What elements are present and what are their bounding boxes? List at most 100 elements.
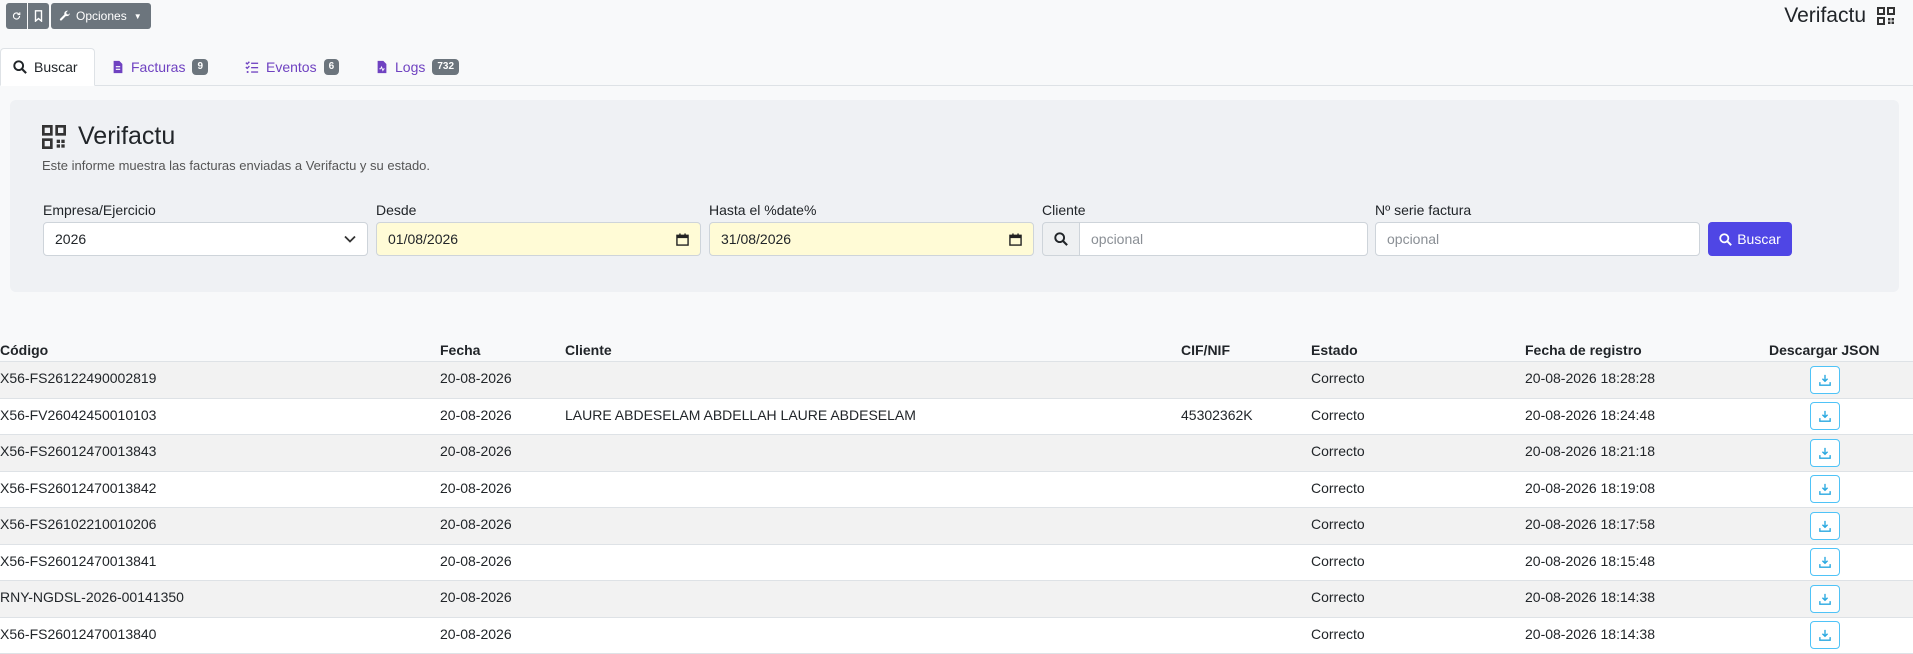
file-invoice-icon: [112, 60, 124, 74]
header-fecha[interactable]: Fecha: [440, 336, 480, 361]
download-json-button[interactable]: [1810, 512, 1840, 540]
cell-codigo: RNY-NGDSL-2026-00141350: [0, 581, 184, 617]
desde-value: 01/08/2026: [388, 231, 458, 247]
download-json-button[interactable]: [1810, 548, 1840, 576]
tab-buscar[interactable]: Buscar: [0, 48, 95, 86]
cell-codigo: X56-FS26012470013842: [0, 472, 156, 508]
options-button[interactable]: Opciones ▼: [51, 3, 151, 29]
cell-estado: Correcto: [1311, 472, 1365, 508]
download-json-button[interactable]: [1810, 366, 1840, 394]
toolbar-buttons: Opciones ▼: [6, 3, 151, 29]
header-cif[interactable]: CIF/NIF: [1181, 336, 1230, 361]
download-json-button[interactable]: [1810, 621, 1840, 649]
cell-codigo: X56-FS26012470013841: [0, 545, 156, 581]
tab-facturas[interactable]: Facturas 9: [100, 48, 220, 86]
table-row: X56-FS2601247001384320-08-2026Correcto20…: [0, 435, 1913, 472]
tab-eventos[interactable]: Eventos 6: [233, 48, 351, 86]
cliente-search-addon: [1042, 222, 1080, 256]
serie-input[interactable]: opcional: [1375, 222, 1700, 256]
file-log-icon: [376, 60, 388, 74]
cell-codigo: X56-FS26102210010206: [0, 508, 156, 544]
tab-logs[interactable]: Logs 732: [364, 48, 471, 86]
header-registro[interactable]: Fecha de registro: [1525, 336, 1642, 361]
calendar-icon[interactable]: [676, 233, 689, 246]
empresa-label: Empresa/Ejercicio: [43, 202, 156, 218]
cell-fecha: 20-08-2026: [440, 472, 512, 508]
cell-fecha: 20-08-2026: [440, 581, 512, 617]
table-row: X56-FS2601247001384120-08-2026Correcto20…: [0, 545, 1913, 582]
cell-cif: 45302362K: [1181, 399, 1253, 435]
download-icon: [1819, 593, 1831, 605]
bookmark-icon: [34, 10, 43, 22]
download-icon: [1819, 410, 1831, 422]
download-json-button[interactable]: [1810, 585, 1840, 613]
cell-registro: 20-08-2026 18:14:38: [1525, 581, 1655, 617]
tab-badge: 6: [324, 59, 340, 75]
empresa-select[interactable]: 2026: [43, 222, 368, 256]
header-estado[interactable]: Estado: [1311, 336, 1358, 361]
tab-label: Buscar: [34, 59, 78, 75]
download-icon: [1819, 520, 1831, 532]
cell-registro: 20-08-2026 18:17:58: [1525, 508, 1655, 544]
tab-badge: 732: [432, 59, 459, 75]
cell-registro: 20-08-2026 18:24:48: [1525, 399, 1655, 435]
search-icon: [13, 60, 27, 74]
desde-label: Desde: [376, 202, 416, 218]
cliente-input[interactable]: opcional: [1079, 222, 1368, 256]
tab-label: Facturas: [131, 59, 185, 75]
download-icon: [1819, 556, 1831, 568]
panel-description: Este informe muestra las facturas enviad…: [42, 158, 430, 173]
app-title: Verifactu: [1784, 4, 1866, 28]
cell-estado: Correcto: [1311, 618, 1365, 654]
search-button[interactable]: Buscar: [1708, 222, 1792, 256]
header-cliente[interactable]: Cliente: [565, 336, 612, 361]
cell-fecha: 20-08-2026: [440, 435, 512, 471]
calendar-icon[interactable]: [1009, 233, 1022, 246]
cell-registro: 20-08-2026 18:14:38: [1525, 618, 1655, 654]
results-table: Código Fecha Cliente CIF/NIF Estado Fech…: [0, 336, 1913, 654]
cell-codigo: X56-FV26042450010103: [0, 399, 156, 435]
cliente-label: Cliente: [1042, 202, 1086, 218]
table-body: X56-FS2612249000281920-08-2026Correcto20…: [0, 362, 1913, 654]
cell-download: [1810, 545, 1840, 581]
empresa-value: 2026: [55, 231, 86, 247]
cell-estado: Correcto: [1311, 362, 1365, 398]
download-json-button[interactable]: [1810, 402, 1840, 430]
options-label: Opciones: [76, 9, 127, 23]
bookmark-button[interactable]: [28, 3, 49, 29]
qrcode-icon: [42, 125, 66, 149]
header-json[interactable]: Descargar JSON: [1769, 336, 1880, 361]
search-icon: [1054, 232, 1068, 246]
cell-estado: Correcto: [1311, 399, 1365, 435]
tab-label: Logs: [395, 59, 425, 75]
hasta-value: 31/08/2026: [721, 231, 791, 247]
serie-label: Nº serie factura: [1375, 202, 1471, 218]
cell-cliente: LAURE ABDESELAM ABDELLAH LAURE ABDESELAM: [565, 399, 916, 435]
search-button-label: Buscar: [1737, 231, 1781, 247]
table-row: X56-FS2612249000281920-08-2026Correcto20…: [0, 362, 1913, 399]
table-row: X56-FS2601247001384220-08-2026Correcto20…: [0, 472, 1913, 509]
desde-date-input[interactable]: 01/08/2026: [376, 222, 701, 256]
cell-download: [1810, 362, 1840, 398]
cliente-placeholder: opcional: [1091, 231, 1143, 247]
refresh-icon: [12, 10, 21, 22]
hasta-date-input[interactable]: 31/08/2026: [709, 222, 1034, 256]
refresh-button[interactable]: [6, 3, 27, 29]
cell-fecha: 20-08-2026: [440, 399, 512, 435]
serie-placeholder: opcional: [1387, 231, 1439, 247]
table-row: X56-FV26042450010103 20-08-2026 LAURE ABDE…: [0, 399, 1913, 436]
cell-download: [1810, 399, 1840, 435]
cell-fecha: 20-08-2026: [440, 508, 512, 544]
download-json-button[interactable]: [1810, 439, 1840, 467]
download-icon: [1819, 629, 1831, 641]
cell-download: [1810, 581, 1840, 617]
cell-codigo: X56-FS26012470013843: [0, 435, 156, 471]
cell-estado: Correcto: [1311, 435, 1365, 471]
download-json-button[interactable]: [1810, 475, 1840, 503]
cell-fecha: 20-08-2026: [440, 545, 512, 581]
download-icon: [1819, 374, 1831, 386]
table-header: Código Fecha Cliente CIF/NIF Estado Fech…: [0, 336, 1913, 362]
table-row: X56-FS2601247001384020-08-2026Correcto20…: [0, 618, 1913, 654]
header-codigo[interactable]: Código: [0, 336, 48, 361]
cell-registro: 20-08-2026 18:15:48: [1525, 545, 1655, 581]
